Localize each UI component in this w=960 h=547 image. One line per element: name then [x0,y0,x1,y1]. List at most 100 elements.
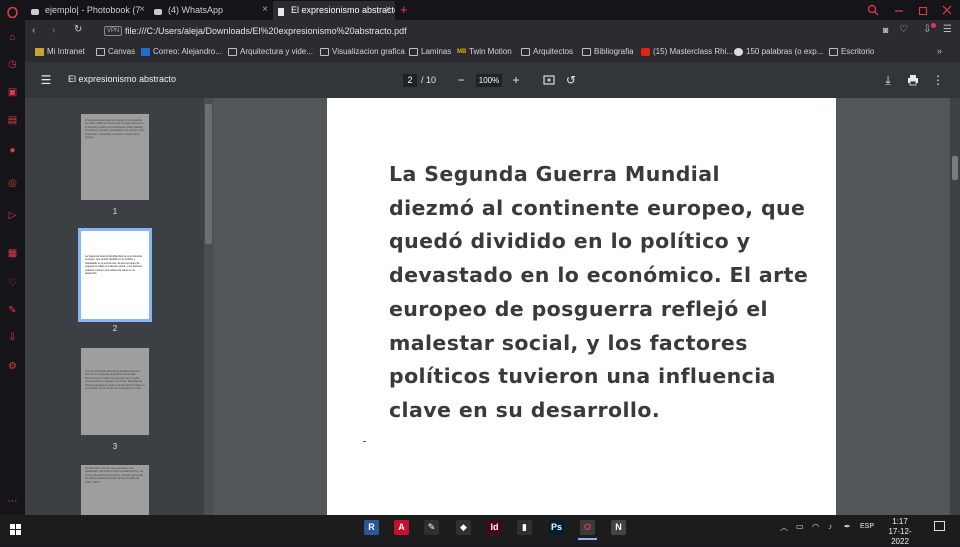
folder-icon [582,48,591,56]
windows-start-icon[interactable] [10,522,21,540]
twitch-icon[interactable]: ▤ [7,115,18,126]
bookmark-escritorio[interactable]: Escritorio [829,46,874,58]
forward-icon[interactable]: › [52,25,55,36]
zoom-out-icon[interactable]: − [453,72,469,88]
print-icon[interactable] [905,72,921,88]
folder-icon [521,48,530,56]
pdf-title: El expresionismo abstracto [68,74,177,84]
url-field[interactable]: file:///C:/Users/aleja/Downloads/El%20ex… [125,23,895,39]
camera-icon[interactable]: ◙ [883,25,888,35]
scrollbar-thumb[interactable] [952,156,958,180]
pdf-page: La Segunda Guerra Mundial diezmó al cont… [327,98,836,515]
viewer-scrollbar[interactable] [950,98,960,515]
bookmark-bibliografia[interactable]: Bibliografia [582,46,634,58]
download-pdf-icon[interactable]: ⤓ [880,72,896,88]
archive-app-icon[interactable]: ▮ [517,520,532,535]
heart-icon[interactable]: ♡ [7,278,18,289]
thumbnail-scrollbar[interactable] [204,98,213,515]
bookmark-arquitectos[interactable]: Arquitectos [521,46,573,58]
whatsapp-icon[interactable]: ● [7,145,18,156]
tab-pdf[interactable]: El expresionismo abstracto × [273,1,395,20]
volume-icon[interactable]: ♪ [828,522,832,531]
autocad-icon[interactable]: A [394,520,409,535]
menu-icon[interactable]: ☰ [38,72,54,88]
bookmark-arquitectura[interactable]: Arquitectura y vide... [228,46,313,58]
close-icon[interactable]: × [262,1,268,19]
vpn-badge[interactable]: VPN [104,26,123,36]
back-icon[interactable]: ‹ [32,25,35,36]
home-icon[interactable]: ⌂ [7,32,18,43]
bookmark-twin-motion[interactable]: MB Twin Motion [457,46,512,58]
thumbnail-page-3[interactable]: Los expresionistas abstractos estadounid… [81,348,149,435]
tab-whatsapp[interactable]: (4) WhatsApp × [150,1,272,20]
battery-icon[interactable]: ▭ [796,522,804,531]
tray-expand-icon[interactable]: ︿ [780,522,788,533]
indesign-icon[interactable]: Id [487,520,502,535]
folder-icon [320,48,329,56]
page-mark [363,441,366,442]
messenger-icon[interactable]: ◎ [7,178,18,189]
shopping-icon[interactable]: ▣ [7,87,18,98]
zoom-in-icon[interactable]: + [508,72,524,88]
thumbnail-number: 1 [112,207,118,216]
opera-logo-icon[interactable] [7,6,18,19]
more-icon[interactable]: ⋯ [7,496,18,507]
tab-label: (4) WhatsApp [168,5,224,15]
thumbnail-page-4[interactable]: Donald Judd, uno de sus exponentes más d… [81,465,149,515]
outlook-icon [141,48,150,56]
thumbnail-number: 2 [112,324,118,333]
folder-icon [409,48,418,56]
bookmark-visualizacion[interactable]: Visualizacion grafica [320,46,405,58]
photoshop-icon[interactable]: Ps [549,520,564,535]
settings-icon[interactable]: ⚙ [7,361,18,372]
window-close-icon[interactable] [941,3,953,15]
restore-icon[interactable] [917,3,929,16]
pen-icon[interactable]: ✒ [844,522,851,531]
reload-icon[interactable]: ↻ [74,24,82,35]
edit-icon[interactable]: ✎ [7,305,18,316]
thumbnail-pane: El expresionismo abstracto surgió en las… [25,98,213,515]
clock[interactable]: 1:17 17-12-2022 [880,517,920,547]
tab-photobook[interactable]: ejemplo| - Photobook (7 × [27,1,149,20]
zoom-input[interactable]: 100% [476,74,502,87]
pdf-toolbar: ☰ El expresionismo abstracto 2 / 10 − 10… [25,62,960,98]
fit-page-icon[interactable] [541,72,557,88]
notion-icon[interactable]: N [611,520,626,535]
notifications-icon[interactable] [934,521,945,531]
opera-sidebar: ⌂ ◷ ▣ ▤ ● ◎ ▷ ▦ ♡ ✎ ⇩ ⚙ ⋯ [0,6,25,515]
search-icon[interactable] [867,3,879,16]
bookmark-150-palabras[interactable]: 150 palabras (o exp... [734,46,823,58]
bookmark-masterclass[interactable]: (15) Masterclass Rhi... [641,46,733,58]
bookmark-canvas[interactable]: Canvas [96,46,135,58]
close-icon[interactable]: × [139,1,145,19]
more-bookmarks-icon[interactable]: » [937,46,942,56]
speed-dial-icon[interactable]: ◷ [7,59,18,70]
sketchup-icon[interactable]: ◆ [456,520,471,535]
more-options-icon[interactable]: ⋮ [930,72,946,88]
thumbnail-page-2[interactable]: La Segunda Guerra Mundial diezmó al cont… [78,228,152,322]
rotate-icon[interactable]: ↺ [563,72,579,88]
opera-icon[interactable]: O [580,520,595,535]
bookmark-laminas[interactable]: Laminas [409,46,451,58]
scrollbar-thumb[interactable] [205,104,212,244]
wifi-icon[interactable]: ◠ [812,522,819,531]
minimize-icon[interactable] [893,3,905,15]
favorite-heart-icon[interactable]: ♡ [899,24,908,35]
close-icon[interactable]: × [385,1,391,19]
bookmark-correo[interactable]: Correo: Alejandro... [141,46,222,58]
downloads-icon[interactable]: ⇩ [7,332,18,343]
menu-lines-icon[interactable]: ☰ [943,24,952,35]
revit-icon[interactable]: R [364,520,379,535]
notification-dot [931,23,936,28]
new-tab-icon[interactable]: + [400,2,408,17]
play-icon[interactable]: ▷ [7,210,18,221]
thumbnail-page-1[interactable]: El expresionismo abstracto surgió en las… [81,114,149,200]
clock-date: 17-12-2022 [888,527,912,546]
page-number-input[interactable]: 2 [403,74,417,87]
language-indicator[interactable]: ESP [860,523,874,530]
grid-icon[interactable]: ▦ [7,248,18,259]
discord-icon [30,5,40,15]
bookmark-mi-intranet[interactable]: Mi Intranet [35,46,85,58]
pencil-app-icon[interactable]: ✎ [424,520,439,535]
pdf-viewer[interactable]: La Segunda Guerra Mundial diezmó al cont… [213,98,960,515]
